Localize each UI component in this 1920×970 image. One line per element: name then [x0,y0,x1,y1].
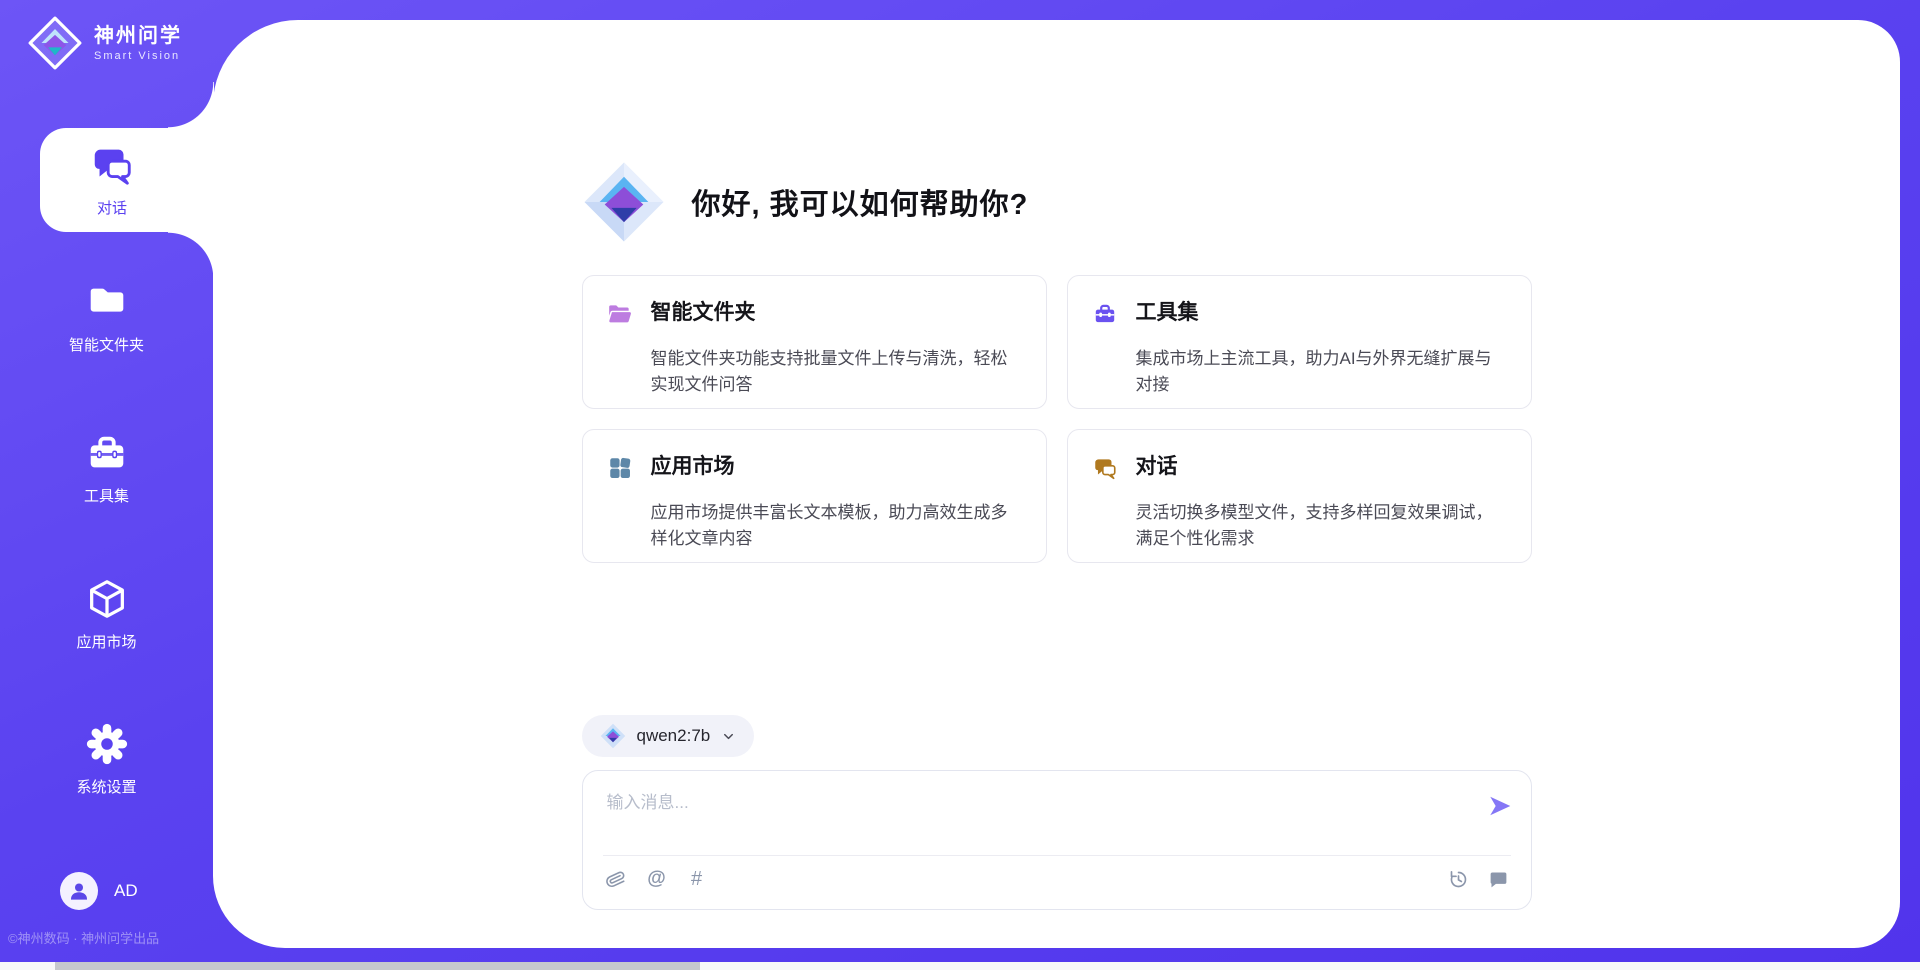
sidebar-item-label: 应用市场 [76,631,136,652]
sidebar-item-toolset[interactable]: 工具集 [0,430,213,506]
main-panel: 你好, 我可以如何帮助你? 智能文件夹 智能文件夹功能支持批量文件上传与清洗，轻… [213,20,1900,948]
scrollbar-thumb[interactable] [55,962,700,970]
briefcase-icon [1092,301,1118,327]
card-toolset[interactable]: 工具集 集成市场上主流工具，助力AI与外界无缝扩展与对接 [1067,275,1532,409]
model-name: qwen2:7b [637,726,711,746]
topic-button[interactable]: # [685,867,709,891]
card-chat[interactable]: 对话 灵活切换多模型文件，支持多样回复效果调试，满足个性化需求 [1067,429,1532,563]
card-title: 对话 [1136,454,1507,479]
sidebar-item-label: 智能文件夹 [69,334,144,355]
card-description: 应用市场提供丰富长文本模板，助力高效生成多样化文章内容 [651,500,1022,553]
brand-logo: 神州问学 Smart Vision [28,16,182,70]
card-smart-folder[interactable]: 智能文件夹 智能文件夹功能支持批量文件上传与清洗，轻松实现文件问答 [582,275,1047,409]
copyright-footer: ©神州数码 · 神州问学出品 [8,928,218,947]
composer-toolbar: @ # [605,867,1511,891]
feature-cards: 智能文件夹 智能文件夹功能支持批量文件上传与清洗，轻松实现文件问答 工具集 [582,275,1532,563]
message-input[interactable] [605,786,1459,848]
message-composer: @ # [582,770,1532,910]
send-icon [1487,793,1513,819]
chevron-down-icon [721,729,736,744]
sidebar-item-app-market[interactable]: 应用市场 [0,576,213,652]
card-title: 智能文件夹 [651,300,1022,325]
chat-icon [1092,455,1118,481]
app-window: 神州问学 Smart Vision 对话 智能文件夹 [0,0,1920,970]
open-folder-icon [607,301,633,327]
sidebar-item-label: 对话 [97,197,127,218]
attach-button[interactable] [605,867,629,891]
chat-bubble-icon [1488,869,1509,890]
card-description: 灵活切换多模型文件，支持多样回复效果调试，满足个性化需求 [1136,500,1507,553]
sidebar-item-smart-folder[interactable]: 智能文件夹 [0,279,213,355]
cube-icon [84,576,130,622]
greeting: 你好, 我可以如何帮助你? [582,160,1029,244]
user-initials: AD [114,881,138,901]
app-grid-icon [607,455,633,481]
composer-divider [603,855,1511,856]
conversation-button[interactable] [1487,867,1511,891]
card-title: 工具集 [1136,300,1507,325]
person-icon [68,880,90,902]
mention-button[interactable]: @ [645,867,669,891]
active-tab-fillet-top [168,82,214,128]
sidebar-item-chat[interactable]: 对话 [40,128,214,232]
avatar [60,872,98,910]
active-tab-fillet-bottom [168,232,214,278]
chat-icon [89,142,135,188]
send-button[interactable] [1487,793,1513,819]
card-app-market[interactable]: 应用市场 应用市场提供丰富长文本模板，助力高效生成多样化文章内容 [582,429,1047,563]
paperclip-icon [606,869,627,890]
card-title: 应用市场 [651,454,1022,479]
history-button[interactable] [1447,867,1471,891]
folder-icon [84,279,130,325]
horizontal-scrollbar [0,962,1920,970]
sidebar-item-settings[interactable]: 系统设置 [0,721,213,797]
toolbox-icon [84,430,130,476]
model-selector[interactable]: qwen2:7b [582,715,755,757]
user-profile[interactable]: AD [60,872,138,910]
sidebar-item-label: 系统设置 [76,776,136,797]
diamond-logo-icon [600,723,626,749]
sidebar-item-label: 工具集 [84,485,129,506]
diamond-logo-icon [28,16,82,70]
diamond-logo-icon [582,160,666,244]
card-description: 智能文件夹功能支持批量文件上传与清洗，轻松实现文件问答 [651,346,1022,399]
brand-subtitle: Smart Vision [94,50,182,62]
brand-name: 神州问学 [94,25,182,47]
history-icon [1448,869,1469,890]
gear-icon [84,721,130,767]
card-description: 集成市场上主流工具，助力AI与外界无缝扩展与对接 [1136,346,1507,399]
greeting-title: 你好, 我可以如何帮助你? [692,181,1029,223]
